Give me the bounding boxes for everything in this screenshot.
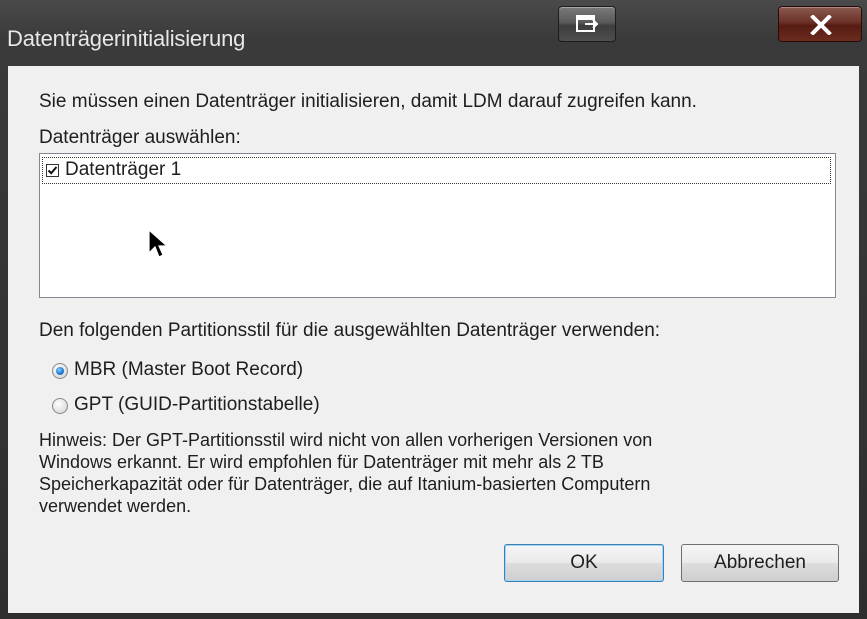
list-item[interactable]: Datenträger 1 <box>42 157 831 184</box>
note-line: Hinweis: Der GPT-Partitionsstil wird nic… <box>39 430 653 450</box>
partition-style-label: Den folgenden Partitionsstil für die aus… <box>39 320 661 341</box>
select-disk-label: Datenträger auswählen: <box>39 127 241 148</box>
note-line: verwendet werden. <box>39 496 192 516</box>
title-bar[interactable]: Datenträgerinitialisierung <box>0 0 867 64</box>
checkmark-icon <box>47 166 58 175</box>
close-icon <box>810 15 832 35</box>
window-title: Datenträgerinitialisierung <box>7 26 246 51</box>
ok-button[interactable]: OK <box>504 544 664 582</box>
dialog-window: Datenträgerinitialisierung Sie müssen ei… <box>0 0 867 619</box>
dialog-content: Sie müssen einen Datenträger initialisie… <box>8 66 859 613</box>
gpt-radio[interactable] <box>52 398 68 414</box>
restore-button[interactable] <box>558 6 616 42</box>
mouse-cursor-icon <box>148 229 169 258</box>
disk-checkbox[interactable] <box>46 164 59 177</box>
mbr-label[interactable]: MBR (Master Boot Record) <box>74 359 303 381</box>
note-line: Windows erkannt. Er wird empfohlen für D… <box>39 452 604 472</box>
mbr-radio[interactable] <box>52 363 68 379</box>
restore-window-icon <box>576 15 599 32</box>
note-line: Speicherkapazität oder für Datenträger, … <box>39 474 651 494</box>
gpt-note: Hinweis: Der GPT-Partitionsstil wird nic… <box>39 429 799 517</box>
cancel-button[interactable]: Abbrechen <box>681 544 839 582</box>
gpt-label[interactable]: GPT (GUID-Partitionstabelle) <box>74 394 320 416</box>
disk-listbox[interactable]: Datenträger 1 <box>39 153 836 298</box>
close-button[interactable] <box>778 6 862 42</box>
intro-text: Sie müssen einen Datenträger initialisie… <box>39 91 697 112</box>
disk-label: Datenträger 1 <box>65 159 182 180</box>
